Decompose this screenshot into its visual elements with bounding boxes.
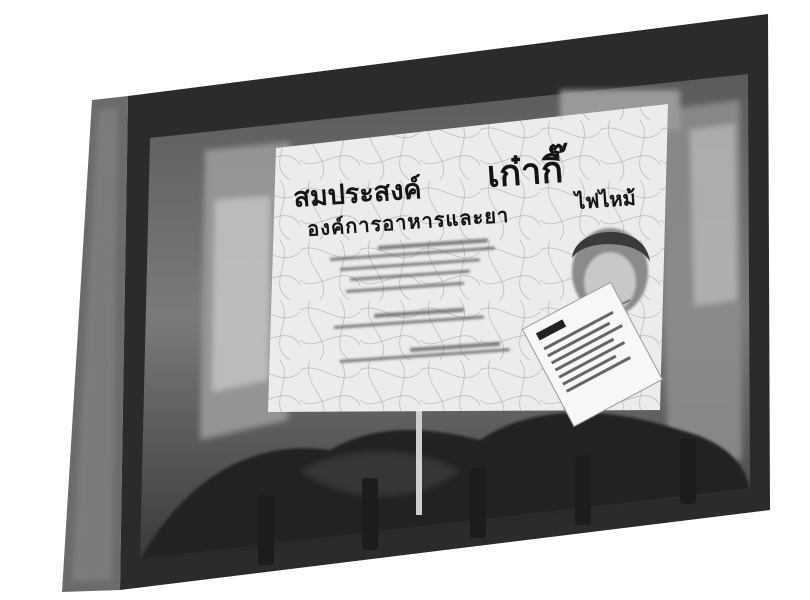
poster bbox=[268, 104, 668, 428]
window-scene bbox=[62, 14, 770, 592]
window-photo: สมประสงค์ เก๋ากี๊ องค์การอาหารและยา ไฟไห… bbox=[0, 0, 810, 600]
